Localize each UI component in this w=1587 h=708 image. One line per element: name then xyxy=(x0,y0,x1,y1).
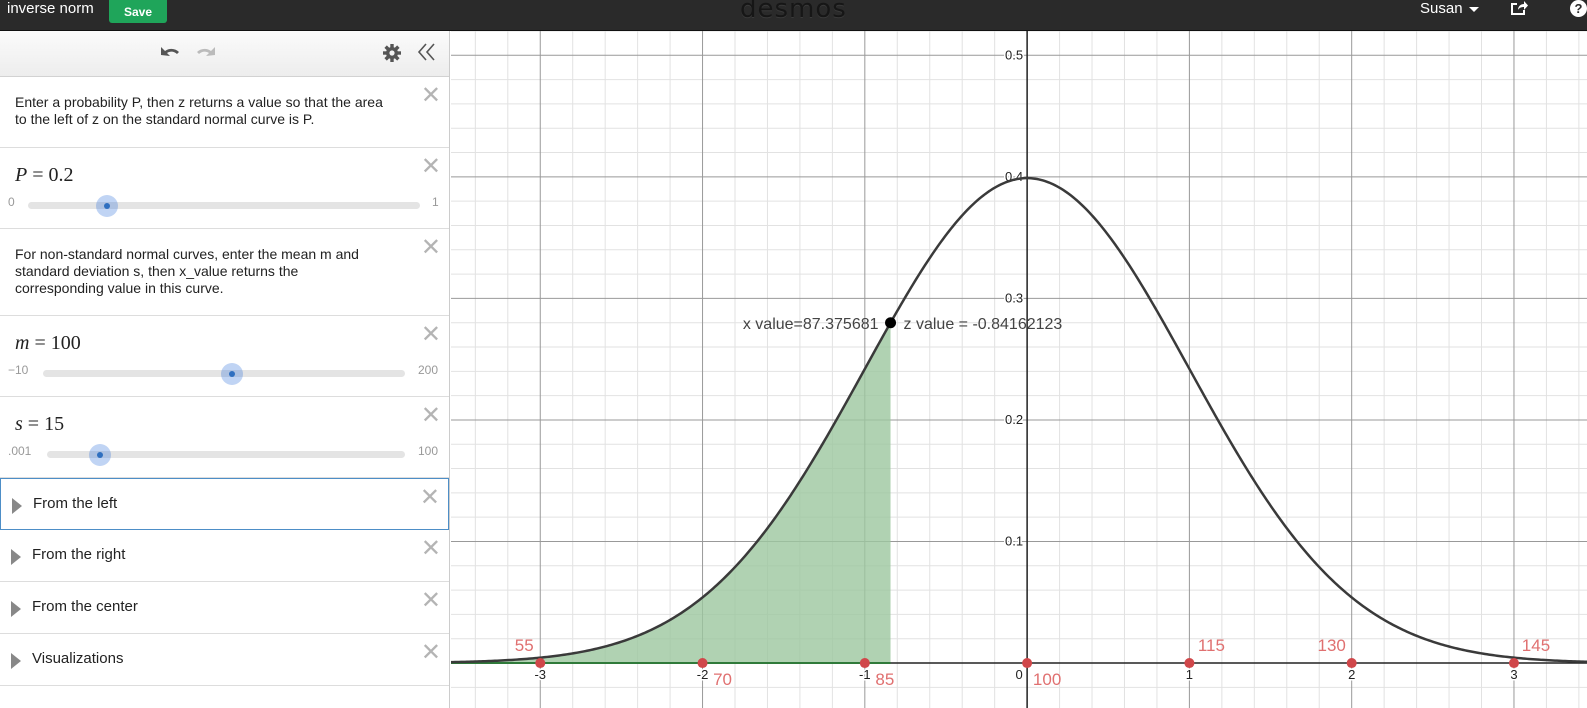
axis-point xyxy=(859,658,870,669)
slider-track[interactable] xyxy=(28,202,420,209)
tick-labels: -3 -2 -1 0 1 2 30.10.20.30.40.5 xyxy=(533,46,1519,684)
note-text: Enter a probability P, then z returns a … xyxy=(15,94,383,127)
marked-point: x value=87.375681 z value = -0.84162123 xyxy=(743,316,1063,333)
slider-equation: P = 0.2 xyxy=(15,164,74,186)
folder-from-the-center[interactable]: From the center ✕ xyxy=(0,582,449,634)
axis-point xyxy=(1508,658,1519,669)
folder-from-the-right[interactable]: From the right ✕ xyxy=(0,530,449,582)
top-bar: inverse norm Save desmos Susan ? xyxy=(0,0,1587,31)
user-menu[interactable]: Susan xyxy=(1420,0,1479,18)
y-tick-label: 0.2 xyxy=(1005,412,1023,427)
graph-canvas[interactable]: -3 -2 -1 0 1 2 30.10.20.30.40.5 5570 85 100115 13… xyxy=(451,31,1587,708)
axis-point xyxy=(535,658,546,669)
folder-label: From the left xyxy=(33,495,118,512)
x-tick-label: -1 xyxy=(859,667,871,682)
expand-triangle-icon[interactable] xyxy=(11,653,21,669)
axis-point xyxy=(1184,658,1195,669)
expression-slider-p[interactable]: P = 0.2 0 1 ✕ xyxy=(0,148,449,229)
double-chevron-left-icon[interactable] xyxy=(416,41,438,69)
caret-down-icon xyxy=(1468,6,1479,12)
close-icon[interactable]: ✕ xyxy=(421,534,441,562)
expression-note-1[interactable]: Enter a probability P, then z returns a … xyxy=(0,77,449,148)
folder-from-the-left[interactable]: From the left ✕ xyxy=(0,478,449,530)
slider-max: 100 xyxy=(418,444,439,458)
close-icon[interactable]: ✕ xyxy=(421,152,441,180)
graph-title[interactable]: inverse norm xyxy=(7,0,94,18)
close-icon[interactable]: ✕ xyxy=(421,320,441,348)
redo-icon[interactable] xyxy=(194,43,218,67)
x-tick-label: -3 xyxy=(534,667,546,682)
axis-point xyxy=(1022,658,1033,669)
expression-slider-s[interactable]: s = 15 .001 100 ✕ xyxy=(0,397,449,478)
slider-handle[interactable] xyxy=(221,363,243,385)
marked-point-dot xyxy=(885,317,897,329)
axis-point-label: 145 xyxy=(1522,636,1550,655)
folder-label: From the center xyxy=(32,598,138,615)
x-value-label: x value=87.375681 xyxy=(743,316,879,333)
expression-list: Enter a probability P, then z returns a … xyxy=(0,31,450,708)
close-icon[interactable]: ✕ xyxy=(420,483,440,511)
x-tick-label: -2 xyxy=(697,667,709,682)
axis-point xyxy=(1346,658,1357,669)
expression-slider-m[interactable]: m = 100 −10 200 ✕ xyxy=(0,316,449,397)
close-icon[interactable]: ✕ xyxy=(421,586,441,614)
slider-handle[interactable] xyxy=(89,444,111,466)
axis-point-label: 70 xyxy=(713,670,732,689)
expand-triangle-icon[interactable] xyxy=(12,498,22,514)
gear-icon[interactable] xyxy=(382,43,402,69)
slider-handle[interactable] xyxy=(96,195,118,217)
axis-point-label: 130 xyxy=(1317,636,1345,655)
folder-label: From the right xyxy=(32,546,126,563)
x-tick-label: 0 xyxy=(1015,667,1022,682)
expand-triangle-icon[interactable] xyxy=(11,549,21,565)
expand-triangle-icon[interactable] xyxy=(11,601,21,617)
slider-max: 1 xyxy=(432,195,439,209)
folder-visualizations[interactable]: Visualizations ✕ xyxy=(0,634,449,686)
y-tick-label: 0.3 xyxy=(1005,290,1023,305)
graph-paper[interactable]: -3 -2 -1 0 1 2 3 0.1 0.2 0.3 0.4 0.5 55 70 85 100 115 13… xyxy=(451,31,1587,708)
slider-min: .001 xyxy=(8,444,32,458)
close-icon[interactable]: ✕ xyxy=(421,233,441,261)
help-icon[interactable]: ? xyxy=(1570,0,1587,17)
slider-max: 200 xyxy=(418,363,439,377)
y-tick-label: 0.1 xyxy=(1005,533,1023,548)
undo-icon[interactable] xyxy=(158,43,182,67)
x-tick-label: 2 xyxy=(1348,667,1355,682)
expression-note-2[interactable]: For non-standard normal curves, enter th… xyxy=(0,229,449,316)
user-name: Susan xyxy=(1420,0,1463,17)
y-tick-label: 0.5 xyxy=(1005,47,1023,62)
axis-point-label: 115 xyxy=(1198,636,1225,655)
share-icon[interactable] xyxy=(1509,0,1529,16)
desmos-logo: desmos xyxy=(740,0,847,24)
save-button[interactable]: Save xyxy=(109,0,167,23)
axis-point-label: 55 xyxy=(515,636,534,655)
close-icon[interactable]: ✕ xyxy=(421,81,441,109)
axis-point xyxy=(697,658,708,669)
x-tick-label: 1 xyxy=(1186,667,1193,682)
minor-gridlines xyxy=(451,31,1587,708)
close-icon[interactable]: ✕ xyxy=(421,638,441,666)
slider-equation: s = 15 xyxy=(15,413,65,435)
slider-equation: m = 100 xyxy=(15,332,81,354)
x-tick-label: 3 xyxy=(1510,667,1517,682)
expression-toolbar xyxy=(0,31,449,77)
note-text: For non-standard normal curves, enter th… xyxy=(15,246,359,296)
slider-min: 0 xyxy=(8,195,15,209)
axis-point-label: 85 xyxy=(875,670,894,689)
slider-min: −10 xyxy=(8,363,29,377)
folder-label: Visualizations xyxy=(32,650,124,667)
z-value-label: z value = -0.84162123 xyxy=(904,316,1063,333)
close-icon[interactable]: ✕ xyxy=(421,401,441,429)
axis-point-label: 100 xyxy=(1033,670,1061,689)
